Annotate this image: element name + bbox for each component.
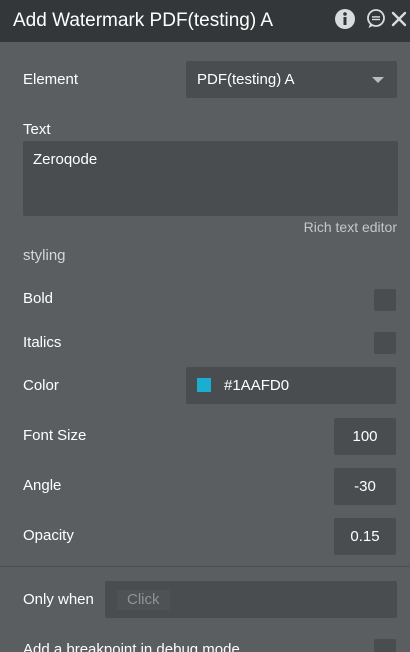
only-when-input[interactable]: Click: [105, 581, 397, 618]
font-size-label: Font Size: [23, 427, 87, 444]
rich-text-editor-link[interactable]: Rich text editor: [304, 218, 397, 236]
close-icon[interactable]: [391, 11, 407, 27]
bold-checkbox[interactable]: [374, 289, 396, 311]
font-size-input[interactable]: 100: [334, 418, 396, 455]
opacity-label: Opacity: [23, 527, 74, 544]
color-value: #1AAFD0: [224, 377, 290, 394]
element-dropdown-value: PDF(testing) A: [197, 71, 295, 88]
element-dropdown[interactable]: PDF(testing) A: [186, 61, 397, 98]
angle-label: Angle: [23, 477, 62, 494]
debug-breakpoint-label: Add a breakpoint in debug mode: [23, 641, 240, 652]
section-divider: [0, 566, 410, 567]
panel-header: Add Watermark PDF(testing) A (t: [0, 0, 410, 42]
color-swatch: [197, 378, 211, 392]
panel-title: Add Watermark PDF(testing) A (t: [13, 10, 275, 31]
text-label: Text: [23, 121, 51, 138]
only-when-label: Only when: [23, 591, 94, 608]
opacity-input[interactable]: 0.15: [334, 518, 396, 555]
bold-label: Bold: [23, 290, 54, 307]
debug-breakpoint-checkbox[interactable]: [374, 639, 396, 652]
angle-input[interactable]: -30: [334, 468, 396, 505]
text-input-value: Zeroqode: [33, 151, 98, 168]
color-label: Color: [23, 377, 59, 394]
chevron-down-icon: [372, 77, 384, 83]
element-label: Element: [23, 71, 79, 88]
text-input[interactable]: Zeroqode: [23, 141, 398, 216]
info-icon[interactable]: [334, 8, 356, 30]
chat-icon[interactable]: [365, 8, 387, 30]
color-picker[interactable]: #1AAFD0: [186, 367, 396, 404]
only-when-placeholder: Click: [117, 590, 170, 610]
italics-checkbox[interactable]: [374, 332, 396, 354]
styling-section-label: styling: [23, 247, 66, 264]
italics-label: Italics: [23, 334, 62, 351]
